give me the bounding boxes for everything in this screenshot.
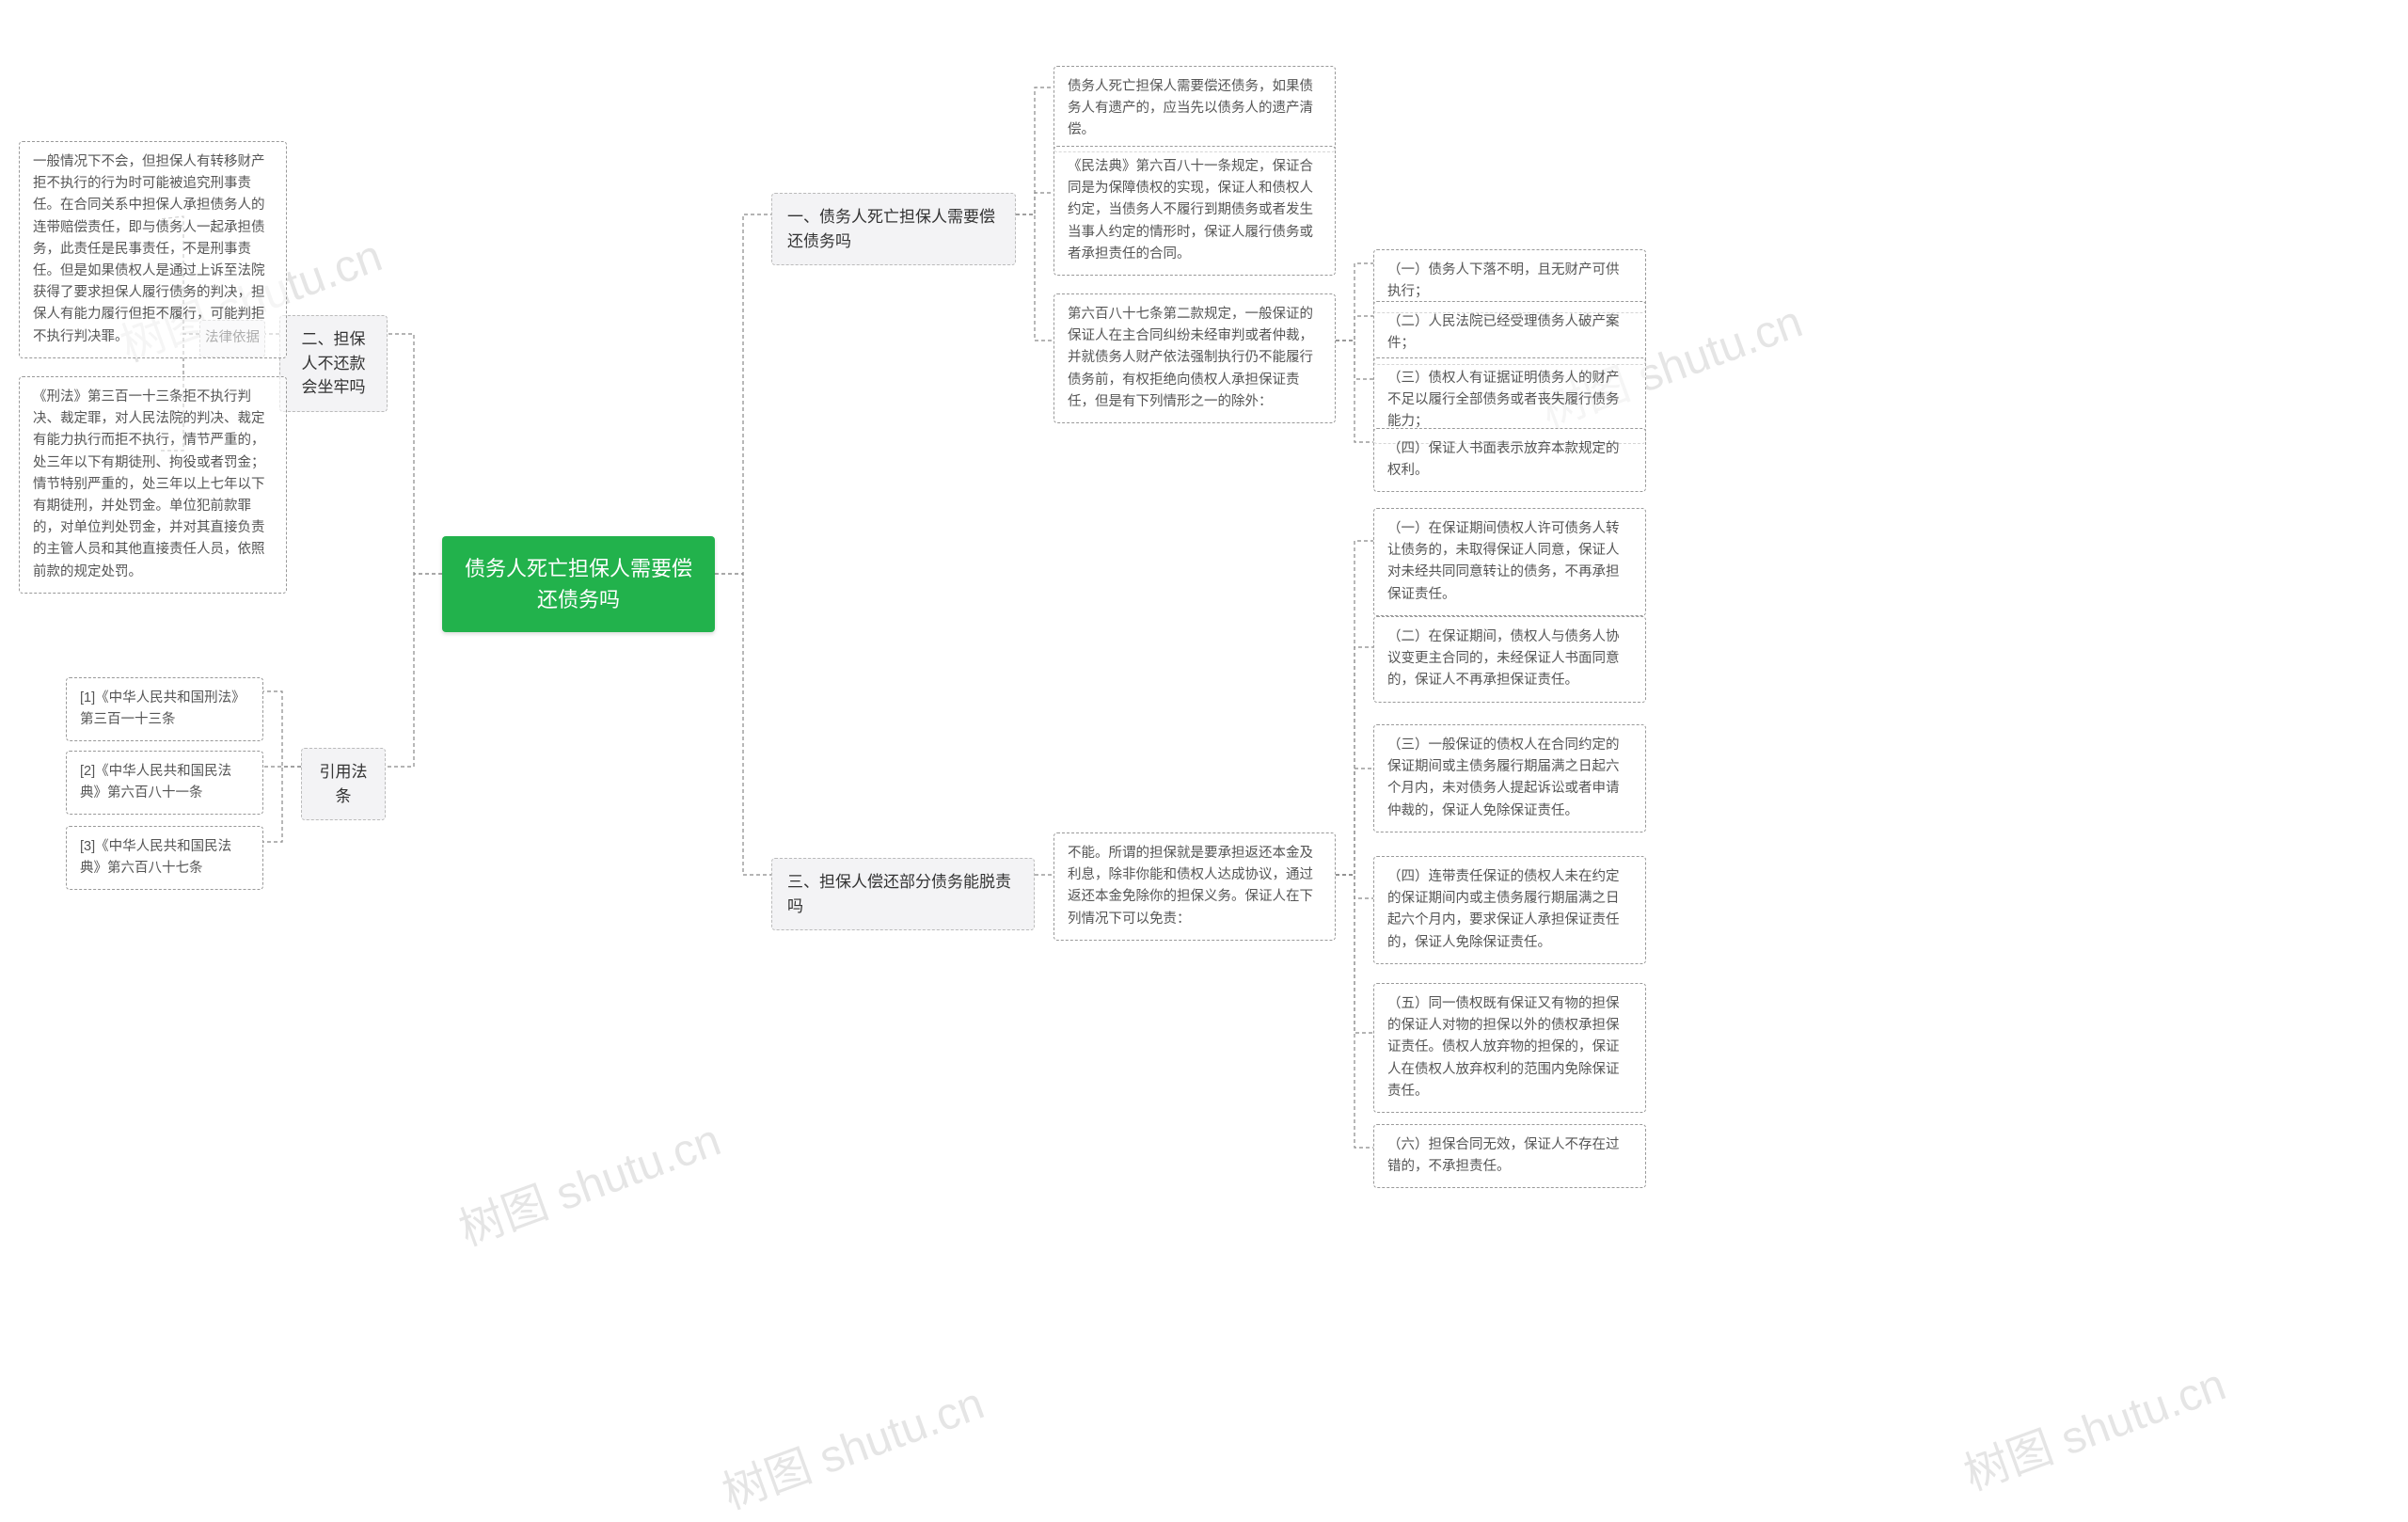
branch-3-sub-2: （二）在保证期间，债权人与债务人协议变更主合同的，未经保证人书面同意的，保证人不…: [1373, 616, 1646, 703]
watermark: 树图 shutu.cn: [1954, 1347, 2233, 1502]
branch-3[interactable]: 三、担保人偿还部分债务能脱责吗: [771, 858, 1035, 930]
branch-1-sub-4: （四）保证人书面表示放弃本款规定的权利。: [1373, 428, 1646, 492]
watermark: 树图 shutu.cn: [712, 1366, 991, 1521]
branch-3-sub-4: （四）连带责任保证的债权人未在约定的保证期间内或主债务履行期届满之日起六个月内，…: [1373, 856, 1646, 964]
ref-3: [3]《中华人民共和国民法典》第六百八十七条: [66, 826, 263, 890]
ref-1: [1]《中华人民共和国刑法》第三百一十三条: [66, 677, 263, 741]
branch-1-text-3: 第六百八十七条第二款规定，一般保证的保证人在主合同纠纷未经审判或者仲裁，并就债务…: [1054, 293, 1336, 423]
branch-3-sub-5: （五）同一债权既有保证又有物的担保的保证人对物的担保以外的债权承担保证责任。债权…: [1373, 983, 1646, 1113]
branch-3-text: 不能。所谓的担保就是要承担返还本金及利息，除非你能和债权人达成协议，通过返还本金…: [1054, 832, 1336, 941]
branch-3-sub-6: （六）担保合同无效，保证人不存在过错的，不承担责任。: [1373, 1124, 1646, 1188]
branch-2-text-1: 一般情况下不会，但担保人有转移财产拒不执行的行为时可能被追究刑事责任。在合同关系…: [19, 141, 287, 358]
branch-3-sub-3: （三）一般保证的债权人在合同约定的保证期间或主债务履行期届满之日起六个月内，未对…: [1373, 724, 1646, 832]
branch-1[interactable]: 一、债务人死亡担保人需要偿还债务吗: [771, 193, 1016, 265]
ref-2: [2]《中华人民共和国民法典》第六百八十一条: [66, 751, 263, 815]
branch-references[interactable]: 引用法条: [301, 748, 386, 820]
branch-3-sub-1: （一）在保证期间债权人许可债务人转让债务的，未取得保证人同意，保证人对未经共同同…: [1373, 508, 1646, 616]
root-node[interactable]: 债务人死亡担保人需要偿还债务吗: [442, 536, 715, 632]
branch-1-text-1: 债务人死亡担保人需要偿还债务，如果债务人有遗产的，应当先以债务人的遗产清偿。: [1054, 66, 1336, 152]
watermark: 树图 shutu.cn: [449, 1102, 728, 1258]
branch-1-text-2: 《民法典》第六百八十一条规定，保证合同是为保障债权的实现，保证人和债权人约定，当…: [1054, 146, 1336, 276]
branch-2-text-2: 《刑法》第三百一十三条拒不执行判决、裁定罪，对人民法院的判决、裁定有能力执行而拒…: [19, 376, 287, 594]
branch-1-sub-2: （二）人民法院已经受理债务人破产案件；: [1373, 301, 1646, 365]
branch-2[interactable]: 二、担保人不还款会坐牢吗: [279, 315, 388, 412]
